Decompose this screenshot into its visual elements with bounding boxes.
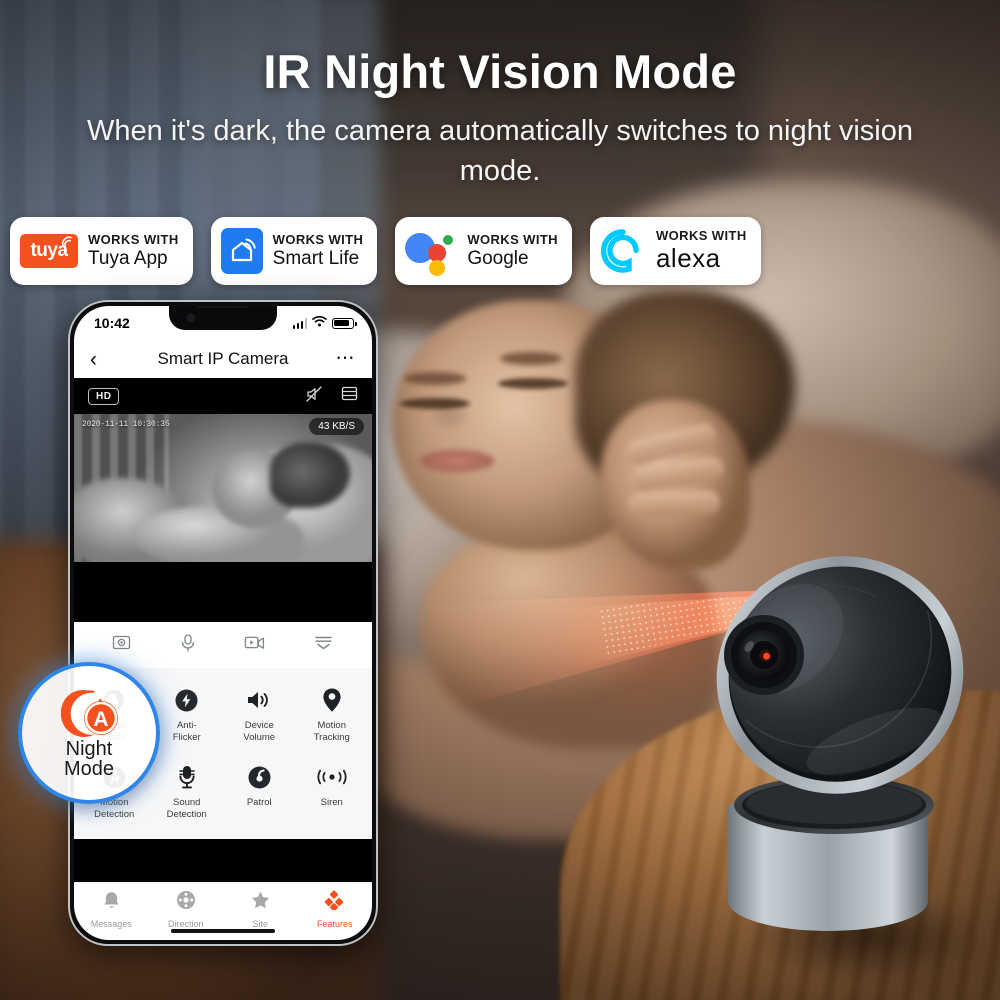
bottom-tab-bar: Messages Direction Site Features — [74, 882, 372, 940]
tab-site[interactable]: Site — [223, 890, 298, 929]
siren-waves-icon — [317, 764, 347, 790]
bell-icon — [102, 890, 121, 915]
status-indicators — [292, 314, 357, 332]
app-navbar: ‹ Smart IP Camera ⋯ — [74, 340, 372, 378]
video-letterbox — [74, 562, 372, 622]
badge-alexa[interactable]: WORKS WITH alexa — [589, 217, 761, 285]
feature-label: Device Volume — [243, 720, 276, 744]
night-mode-auto-icon: A — [54, 688, 124, 740]
feature-anti-flicker[interactable]: Anti- Flicker — [151, 678, 224, 755]
alexa-ring-icon — [600, 228, 646, 274]
studio-microphone-icon — [176, 764, 198, 790]
tab-label: Messages — [90, 919, 132, 929]
feature-device-volume[interactable]: Device Volume — [223, 678, 296, 755]
video-timestamp: 2020-11-11 10:30:35 — [82, 420, 170, 429]
phone-screen: 10:42 ‹ Smart IP Camera ⋯ HD 2020-11-11 … — [74, 306, 372, 940]
night-mode-callout-badge[interactable]: A Night Mode — [18, 662, 160, 804]
home-indicator — [171, 929, 275, 933]
earpiece-speaker — [197, 306, 249, 308]
tab-direction[interactable]: Direction — [149, 890, 224, 929]
feature-label: Motion Tracking — [313, 720, 350, 744]
night-mode-label-line2: Mode — [63, 758, 115, 780]
speaker-volume-icon — [245, 687, 273, 713]
patrol-disc-icon — [247, 764, 272, 790]
smart-life-home-icon — [220, 228, 263, 274]
feature-sound-detection[interactable]: Sound Detection — [151, 755, 224, 832]
chevron-left-icon[interactable]: ‹ — [90, 349, 97, 370]
tab-label: Features — [316, 919, 353, 929]
page-title: IR Night Vision Mode — [263, 45, 737, 98]
feature-patrol[interactable]: Patrol — [223, 755, 296, 832]
page-subtitle: When it's dark, the camera automatically… — [87, 115, 913, 187]
badge-works-with-label: WORKS WITH — [88, 232, 179, 248]
star-icon — [250, 890, 271, 915]
phone-notch — [169, 306, 277, 330]
badge-smart-life[interactable]: WORKS WITH Smart Life — [210, 217, 378, 285]
google-dot-yellow — [429, 260, 446, 276]
badge-google[interactable]: WORKS WITH Google — [395, 217, 572, 285]
badge-works-with-label: WORKS WITH — [272, 232, 364, 248]
svg-text:A: A — [93, 708, 108, 731]
badge-works-with-label: WORKS WITH — [467, 232, 558, 248]
quick-action-row — [74, 622, 372, 668]
feature-siren[interactable]: Siren — [296, 755, 369, 832]
lightning-bolt-icon — [174, 687, 199, 713]
video-bitrate-badge: 43 KB/S — [309, 418, 364, 435]
location-pin-icon — [321, 687, 343, 713]
badge-name: alexa — [655, 242, 721, 273]
dpad-icon — [176, 890, 196, 915]
feature-label: Sound Detection — [166, 797, 207, 821]
cellular-signal-icon — [292, 317, 307, 329]
feature-label: Siren — [320, 797, 343, 809]
list-layout-icon[interactable] — [341, 385, 358, 407]
microphone-icon[interactable] — [179, 633, 197, 658]
live-video-preview[interactable]: 2020-11-11 10:30:35 43 KB/S — [74, 414, 372, 562]
tab-messages[interactable]: Messages — [74, 890, 149, 929]
tab-label: Direction — [167, 919, 204, 929]
tab-features[interactable]: Features — [298, 890, 373, 929]
ip-camera-device — [700, 535, 970, 945]
status-time: 10:42 — [94, 315, 130, 331]
badge-name: Smart Life — [272, 247, 360, 269]
feature-motion-tracking[interactable]: Motion Tracking — [296, 678, 369, 755]
stream-toolbar-actions — [305, 385, 358, 408]
front-camera-icon — [187, 314, 195, 322]
quality-chip[interactable]: HD — [88, 387, 120, 405]
badge-works-with-label: WORKS WITH — [655, 228, 747, 244]
feature-label: Anti- Flicker — [172, 720, 201, 744]
badge-name: Google — [467, 247, 529, 269]
tuya-wifi-icon — [61, 236, 75, 250]
speaker-muted-icon[interactable] — [305, 385, 323, 408]
google-assistant-icon — [405, 227, 457, 276]
stream-toolbar: HD — [74, 378, 372, 414]
phone-mockup: 10:42 ‹ Smart IP Camera ⋯ HD 2020-11-11 … — [68, 300, 378, 946]
ellipsis-icon[interactable]: ⋯ — [336, 349, 357, 369]
wifi-icon — [312, 314, 327, 332]
screenshot-icon[interactable] — [112, 633, 131, 657]
feature-label: Patrol — [246, 797, 272, 809]
collapse-chevron-icon[interactable] — [313, 634, 334, 656]
record-video-icon[interactable] — [244, 634, 265, 656]
compatibility-badge-row: tuya WORKS WITH Tuya App WORKS WITH Smar… — [10, 217, 761, 285]
night-mode-label-line1: Night — [65, 737, 113, 760]
tab-label: Site — [252, 919, 268, 929]
page-title-camera: Smart IP Camera — [157, 349, 289, 368]
battery-icon — [332, 317, 357, 329]
google-dot-green — [443, 235, 454, 245]
tuya-logo-icon: tuya — [20, 234, 78, 268]
badge-tuya-app[interactable]: tuya WORKS WITH Tuya App — [10, 217, 193, 285]
diamonds-icon — [324, 890, 345, 915]
badge-name: Tuya App — [88, 247, 168, 269]
